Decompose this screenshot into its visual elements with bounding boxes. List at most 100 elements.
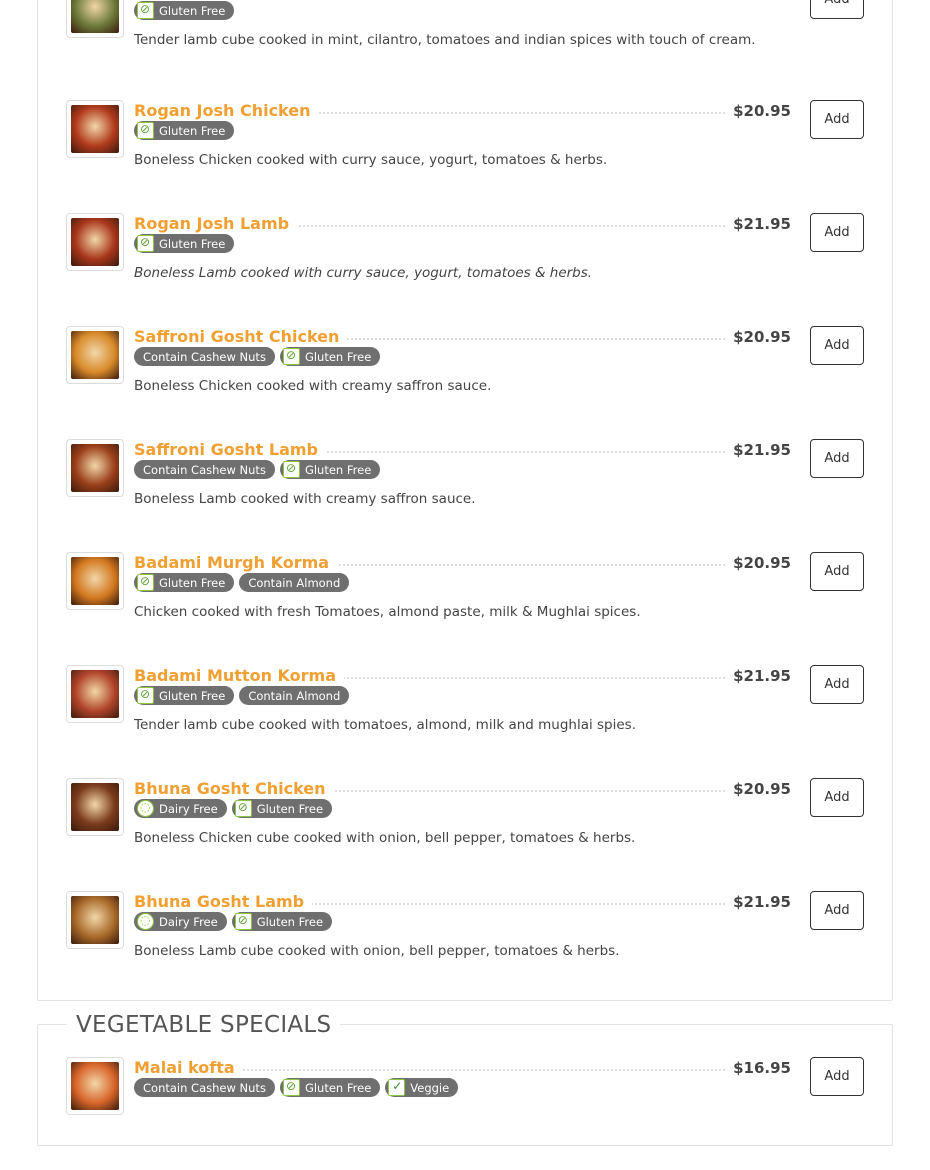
dish-tags: Contain Cashew Nuts Gluten Free <box>134 347 385 367</box>
dish-tags: Dairy Free Gluten Free <box>134 912 337 932</box>
gluten-free-icon <box>234 800 252 817</box>
dish-image <box>71 218 119 266</box>
dish-price: $21.95 <box>727 0 791 2</box>
dietary-tag: Gluten Free <box>134 1 235 20</box>
dish-image <box>71 557 119 605</box>
add-button[interactable]: Add <box>810 1057 864 1096</box>
menu-item: Rogan Josh Chicken $20.95 Add Gluten Free Bo… <box>0 100 930 213</box>
tag-label: Gluten Free <box>256 914 324 929</box>
dish-image <box>71 0 119 33</box>
dietary-tag: Gluten Free <box>279 1078 381 1097</box>
dietary-tag: Dairy Free <box>134 799 227 818</box>
dish-description: Boneless Chicken cube cooked with onion,… <box>134 830 636 846</box>
tag-label: Gluten Free <box>159 3 226 18</box>
gluten-free-icon <box>282 1079 300 1096</box>
dish-thumbnail[interactable] <box>66 213 124 271</box>
dish-thumbnail[interactable] <box>66 326 124 384</box>
dietary-tag: Contain Cashew Nuts <box>134 347 275 366</box>
dish-price: $21.95 <box>727 891 791 913</box>
menu-item: Saffroni Gosht Lamb $21.95 Add Contain Cash… <box>0 439 930 552</box>
dietary-tag: Gluten Free <box>231 912 333 931</box>
dish-name[interactable]: Bhuna Gosht Lamb <box>134 891 313 913</box>
dish-thumbnail[interactable] <box>66 0 124 38</box>
dietary-tag: Gluten Free <box>134 573 235 592</box>
tag-label: Contain Almond <box>248 688 341 703</box>
dietary-tag: Contain Cashew Nuts <box>134 1078 275 1097</box>
dish-price: $21.95 <box>727 213 791 235</box>
dish-thumbnail[interactable] <box>66 439 124 497</box>
add-button[interactable]: Add <box>810 0 864 19</box>
dairy-free-icon <box>137 913 154 930</box>
menu-item: Bhuna Gosht Lamb $21.95 Add Dairy Free Glute… <box>0 891 930 1004</box>
dish-tags: Dairy Free Gluten Free <box>134 799 337 819</box>
dietary-tag: Gluten Free <box>134 121 235 140</box>
menu-item: Badami Murgh Korma $20.95 Add Gluten Free Co… <box>0 552 930 665</box>
dish-description: Boneless Lamb cube cooked with onion, be… <box>134 943 620 959</box>
dish-tags: Gluten Free <box>134 121 239 141</box>
dietary-tag: Contain Almond <box>239 573 350 592</box>
add-button[interactable]: Add <box>810 326 864 365</box>
tag-label: Dairy Free <box>159 914 218 929</box>
dish-price: $20.95 <box>727 326 791 348</box>
dish-image <box>71 896 119 944</box>
dish-thumbnail[interactable] <box>66 552 124 610</box>
dish-description: Boneless Chicken cooked with creamy saff… <box>134 378 492 394</box>
dish-price: $21.95 <box>727 439 791 461</box>
gluten-free-icon <box>137 122 154 139</box>
dish-thumbnail[interactable] <box>66 1057 124 1115</box>
dish-name[interactable]: Saffroni Gosht Lamb <box>134 439 326 461</box>
gluten-free-icon <box>282 348 300 365</box>
dietary-tag: Gluten Free <box>134 686 235 705</box>
dish-tags: Gluten Free <box>134 1 239 21</box>
dish-price: $20.95 <box>727 552 791 574</box>
menu-item: Mutton "a" Shahmai$21.95AddGluten FreeTe… <box>0 0 930 93</box>
veggie-icon <box>388 1079 406 1096</box>
dish-description: Tender lamb cube cooked in mint, cilantr… <box>134 32 756 48</box>
tag-label: Dairy Free <box>159 801 218 816</box>
dietary-tag: Contain Cashew Nuts <box>134 460 275 479</box>
tag-label: Contain Cashew Nuts <box>143 349 266 364</box>
add-button[interactable]: Add <box>810 100 864 139</box>
dish-name[interactable]: Bhuna Gosht Chicken <box>134 778 334 800</box>
dish-name[interactable]: Badami Mutton Korma <box>134 665 344 687</box>
add-button[interactable]: Add <box>810 778 864 817</box>
tag-label: Gluten Free <box>304 1080 372 1095</box>
dairy-free-icon <box>137 800 154 817</box>
tag-label: Contain Almond <box>248 575 341 590</box>
dish-thumbnail[interactable] <box>66 665 124 723</box>
gluten-free-icon <box>137 235 154 252</box>
tag-label: Veggie <box>410 1080 450 1095</box>
dietary-tag: Gluten Free <box>134 234 235 253</box>
dish-name[interactable]: Rogan Josh Chicken <box>134 100 319 122</box>
dietary-tag: Gluten Free <box>279 347 381 366</box>
dish-thumbnail[interactable] <box>66 891 124 949</box>
add-button[interactable]: Add <box>810 665 864 704</box>
add-button[interactable]: Add <box>810 439 864 478</box>
tag-label: Gluten Free <box>304 349 372 364</box>
menu-item: Malai kofta $16.95 Add Contain Cashew Nuts G… <box>0 1057 930 1170</box>
dish-name[interactable]: Malai kofta <box>134 1057 243 1079</box>
tag-label: Contain Cashew Nuts <box>143 1080 266 1095</box>
add-button[interactable]: Add <box>810 213 864 252</box>
dish-thumbnail[interactable] <box>66 778 124 836</box>
tag-label: Gluten Free <box>256 801 324 816</box>
dish-price: $21.95 <box>727 665 791 687</box>
dish-description: Boneless Lamb cooked with creamy saffron… <box>134 491 476 507</box>
add-button[interactable]: Add <box>810 552 864 591</box>
menu-item: Bhuna Gosht Chicken $20.95 Add Dairy Free Gl… <box>0 778 930 891</box>
dish-name[interactable]: Rogan Josh Lamb <box>134 213 298 235</box>
menu-item: Badami Mutton Korma $21.95 Add Gluten Free C… <box>0 665 930 778</box>
dish-image <box>71 331 119 379</box>
add-button[interactable]: Add <box>810 891 864 930</box>
dish-description: Boneless Chicken cooked with curry sauce… <box>134 152 608 168</box>
dish-price: $16.95 <box>727 1057 791 1079</box>
tag-label: Contain Cashew Nuts <box>143 462 266 477</box>
dish-thumbnail[interactable] <box>66 100 124 158</box>
gluten-free-icon <box>137 574 154 591</box>
gluten-free-icon <box>234 913 252 930</box>
dish-description: Tender lamb cube cooked with tomatoes, a… <box>134 717 637 733</box>
dish-name[interactable]: Saffroni Gosht Chicken <box>134 326 348 348</box>
dish-image <box>71 783 119 831</box>
dish-name[interactable]: Badami Murgh Korma <box>134 552 338 574</box>
dish-image <box>71 670 119 718</box>
